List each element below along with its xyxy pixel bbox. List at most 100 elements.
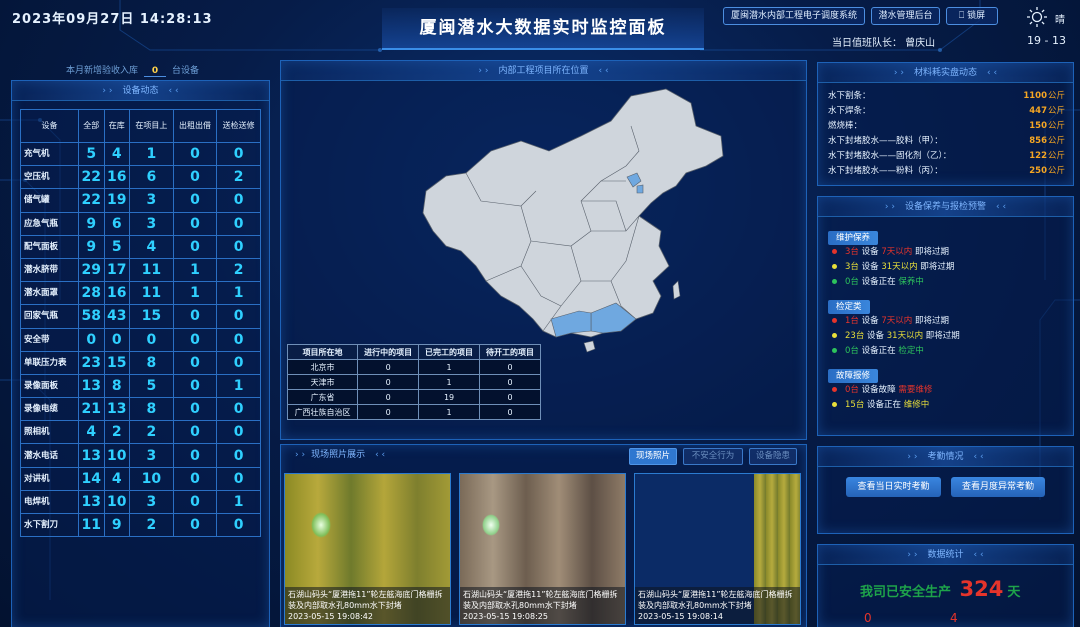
equipment-count-cell: 0 [172,443,218,468]
project-location-cell: 北京市 [286,359,359,375]
equipment-count-cell: 0 [216,512,261,538]
material-unit: 公斤 [1047,151,1065,161]
warning-tail: 即将过期 [914,316,949,326]
equipment-count-cell: 0 [172,141,218,167]
equipment-row[interactable]: 电焊机 13 10 3 0 1 [20,489,261,515]
maintenance-warning-item[interactable]: 15台 设备正在 维修中 [818,398,1073,413]
tab-equipment-hazards[interactable]: 设备隐患 [749,448,797,465]
maintenance-warning-item[interactable]: 23台 设备 31天以内 即将过期 [818,329,1073,344]
maintenance-warning-item[interactable]: 3台 设备 7天以内 即将过期 [818,245,1073,260]
equipment-count-cell: 0 [172,466,218,491]
project-count-cell: 0 [357,404,420,420]
equipment-count-cell: 0 [172,397,218,422]
equipment-count-cell: 1 [172,281,218,306]
project-row: 天津市 0 1 0 [286,374,541,390]
equipment-row[interactable]: 回家气瓶 58 43 15 0 0 [20,304,261,329]
dispatch-system-button[interactable]: 厦闽潜水内部工程电子调度系统 [723,7,865,25]
equipment-row[interactable]: 单联压力表 23 15 8 0 0 [20,350,261,375]
equipment-count-cell: 8 [129,397,174,422]
map-region-taiwan [672,280,681,300]
warning-count: 1台 [845,316,859,326]
equipment-count-cell: 14 [77,466,105,491]
safe-days-unit: 天 [1007,585,1021,600]
materials-panel: › › 材料耗实盘动态 ‹ ‹ 水下割条： 1100 公斤 水下焊条： 447 公斤 燃烧棒： 1… [817,62,1074,186]
materials-panel-title: › › 材料耗实盘动态 ‹ ‹ [818,63,1073,83]
equipment-row[interactable]: 对讲机 14 4 10 0 0 [20,466,261,491]
maintenance-section-title: 故障报修 [828,369,879,383]
project-count-cell: 0 [479,374,541,390]
equipment-count-cell: 15 [103,350,131,375]
equipment-row[interactable]: 应急气瓶 9 6 3 0 0 [20,211,261,236]
site-photo-1[interactable]: 石湖山码头“厦港拖11”轮左舷海底门格栅拆装及内部取水孔80mm水下封堵 2023… [284,473,451,625]
site-photo-2[interactable]: 石湖山码头“厦港拖11”轮左舷海底门格栅拆装及内部取水孔80mm水下封堵 2023… [459,473,626,625]
maintenance-warning-item[interactable]: 3台 设备 31天以内 即将过期 [818,260,1073,275]
maintenance-warning-item[interactable]: 0台 设备正在 保养中 [818,275,1073,290]
equipment-panel-title: › › 设备动态 ‹ ‹ [12,81,269,101]
equipment-name-cell: 潜水电话 [20,443,79,468]
lock-screen-label: 锁屏 [967,11,986,21]
equipment-count-cell: 3 [129,443,174,468]
material-unit: 公斤 [1047,106,1065,116]
equipment-count-cell: 0 [216,327,261,352]
today-attendance-button[interactable]: 查看当日实时考勤 [846,477,941,497]
warning-highlight: 保养中 [898,277,924,287]
equipment-row[interactable]: 录像面板 13 8 5 0 1 [20,373,261,399]
equipment-row[interactable]: 储气罐 22 19 3 0 0 [20,188,261,213]
project-location-cell: 广东省 [286,389,359,405]
site-photo-3[interactable]: 石湖山码头“厦港拖11”轮左舷海底门格栅拆装及内部取水孔80mm水下封堵 2023… [634,473,801,625]
project-count-cell: 0 [479,404,541,420]
material-unit: 公斤 [1047,136,1065,146]
equipment-count-cell: 4 [129,234,174,259]
photo-light-spot [482,514,500,536]
lock-screen-button[interactable]: ⎕ 锁屏 [946,7,998,25]
monthly-abnormal-attendance-button[interactable]: 查看月度异常考勤 [951,477,1045,497]
equipment-count-cell: 16 [103,165,131,190]
project-col-header: 进行中的项目 [357,344,420,360]
equipment-name-cell: 潜水脐带 [20,257,79,283]
equipment-count-cell: 5 [77,141,105,167]
equipment-panel: › › 设备动态 ‹ ‹ 设备 全部 在库 在项目上 出租出借 送检送修 充气机 5 4 1 0 0 空压… [11,80,270,627]
equipment-count-cell: 13 [77,373,105,399]
equipment-row[interactable]: 安全带 0 0 0 0 0 [20,327,261,352]
tab-unsafe-behavior[interactable]: 不安全行为 [683,448,743,465]
material-value: 122 [1029,151,1047,161]
equipment-count-cell: 17 [103,257,131,283]
admin-backend-button[interactable]: 潜水管理后台 [871,7,940,25]
equipment-row[interactable]: 潜水面罩 28 16 11 1 1 [20,281,261,306]
maintenance-warning-item[interactable]: 0台 设备故障 需要维修 [818,383,1073,398]
project-location-table: 项目所在地 进行中的项目 已完工的项目 待开工的项目 北京市 0 1 0 天津市 0 1 0 广东省 0… [286,344,541,420]
equipment-name-cell: 空压机 [20,165,79,190]
equipment-row[interactable]: 照相机 4 2 2 0 0 [20,420,261,445]
equipment-name-cell: 电焊机 [20,489,79,515]
photo-caption: 石湖山码头“厦港拖11”轮左舷海底门格栅拆装及内部取水孔80mm水下封堵 2023… [460,587,625,624]
warning-count: 15台 [845,400,865,410]
status-dot-icon [832,348,837,353]
equipment-row[interactable]: 充气机 5 4 1 0 0 [20,141,261,167]
equipment-row[interactable]: 空压机 22 16 6 0 2 [20,165,261,190]
equipment-count-cell: 58 [77,304,105,329]
equipment-count-cell: 0 [172,420,218,445]
maintenance-warning-item[interactable]: 1台 设备 7天以内 即将过期 [818,314,1073,329]
map-region-hainan [583,340,596,353]
equipment-row[interactable]: 录像电缆 21 13 8 0 0 [20,397,261,422]
photo-caption: 石湖山码头“厦港拖11”轮左舷海底门格栅拆装及内部取水孔80mm水下封堵 2023… [285,587,450,624]
equipment-row[interactable]: 潜水电话 13 10 3 0 0 [20,443,261,468]
stat-bottom-right: 4 [950,611,958,625]
equipment-count-cell: 13 [103,397,131,422]
equipment-row[interactable]: 水下割刀 11 9 2 0 0 [20,512,261,538]
equipment-count-cell: 0 [216,304,261,329]
warning-highlight: 检定中 [898,346,924,356]
equipment-count-cell: 10 [129,466,174,491]
material-unit: 公斤 [1047,166,1065,176]
status-dot-icon [832,279,837,284]
equipment-row[interactable]: 潜水脐带 29 17 11 1 2 [20,257,261,283]
maintenance-warning-item[interactable]: 0台 设备正在 检定中 [818,344,1073,359]
equipment-row[interactable]: 配气面板 9 5 4 0 0 [20,234,261,259]
material-name: 水下割条： [828,91,871,101]
maintenance-section-title: 检定类 [828,300,870,314]
material-value: 250 [1029,166,1047,176]
tab-site-photos[interactable]: 现场照片 [629,448,677,465]
equipment-count-cell: 28 [77,281,105,306]
maintenance-section-title: 维护保养 [828,231,879,245]
equipment-col-header: 出租出借 [172,109,218,143]
